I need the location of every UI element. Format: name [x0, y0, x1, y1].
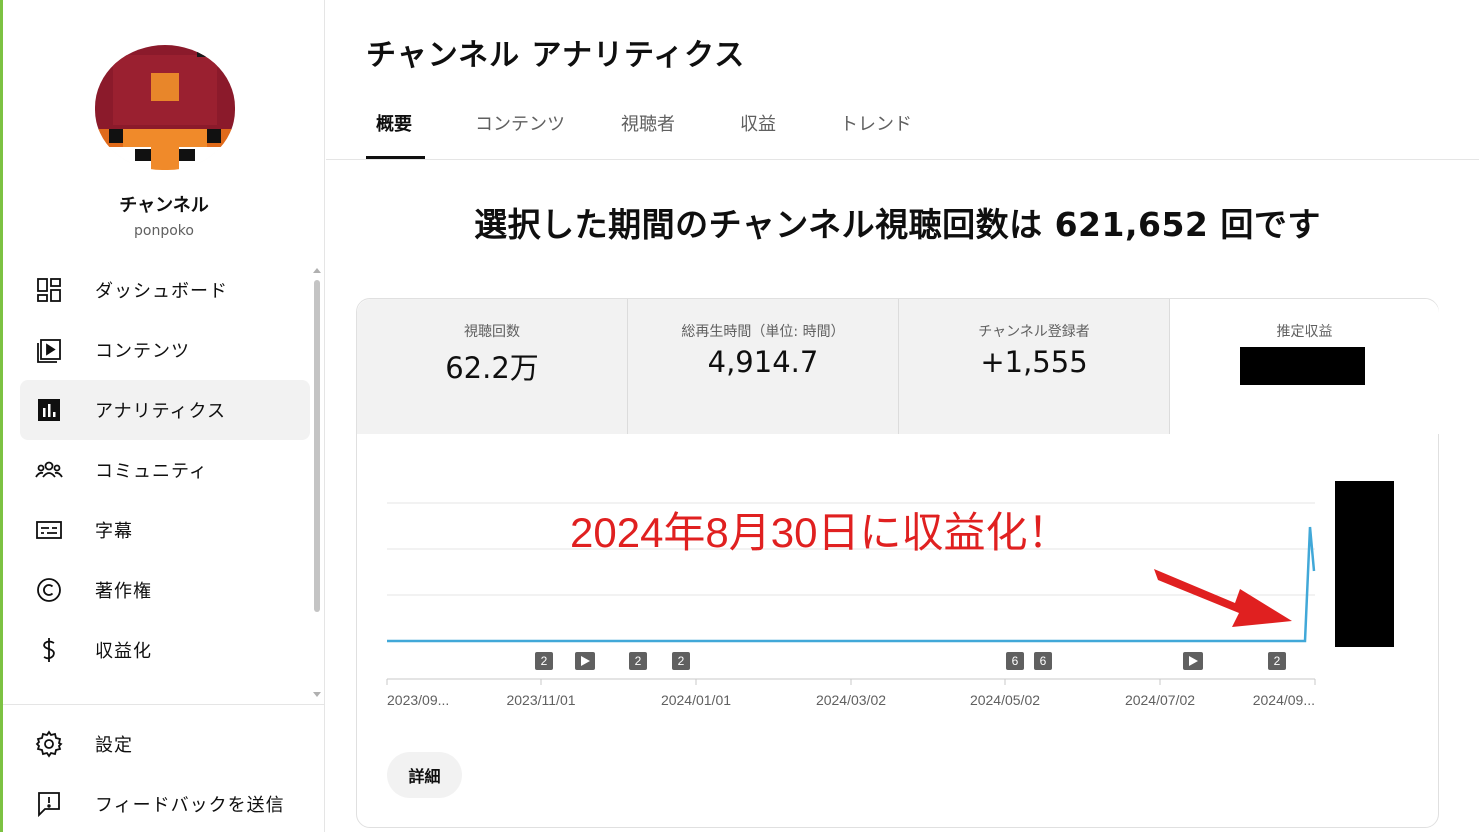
sidebar-item-label: 収益化 [95, 641, 152, 662]
sidebar-item-label: 字幕 [95, 521, 133, 542]
details-button[interactable]: 詳細 [387, 752, 462, 798]
tabs-divider [326, 159, 1479, 160]
sidebar-scrollbar[interactable] [312, 268, 322, 698]
red-arrow-icon [1154, 569, 1292, 627]
marker-badge[interactable]: 2 [629, 652, 647, 670]
sidebar: チャンネル ponpoko ダッシュボード コンテンツ アナリティクス コミュニ… [3, 0, 325, 832]
dashboard-icon [34, 275, 64, 305]
x-tick-label: 2024/01/01 [661, 692, 731, 708]
feedback-icon [34, 789, 64, 819]
sidebar-item-dashboard[interactable]: ダッシュボード [20, 260, 310, 320]
svg-text:2: 2 [541, 654, 548, 668]
gear-icon [34, 729, 64, 759]
x-tick-label: 2023/09... [387, 692, 449, 708]
svg-text:2: 2 [635, 654, 642, 668]
community-icon [34, 455, 64, 485]
x-tick-label: 2024/07/02 [1125, 692, 1195, 708]
overview-card: 視聴回数 62.2万 総再生時間（単位: 時間） 4,914.7 チャンネル登録… [356, 298, 1439, 828]
page-title: チャンネル アナリティクス [366, 38, 746, 73]
sidebar-item-label: 著作権 [95, 581, 152, 602]
sidebar-item-subtitles[interactable]: 字幕 [20, 500, 310, 560]
marker-badge[interactable]: 2 [535, 652, 553, 670]
channel-handle: ponpoko [134, 223, 194, 239]
tab-overview[interactable]: 概要 [376, 110, 412, 160]
svg-text:6: 6 [1012, 654, 1019, 668]
marker-badge[interactable]: 2 [672, 652, 690, 670]
x-axis-ticks [386, 679, 1316, 685]
tab-revenue[interactable]: 収益 [740, 110, 776, 160]
monetization-annotation: 2024年8月30日に収益化！ [570, 509, 1070, 556]
sidebar-item-label: コンテンツ [95, 341, 190, 362]
sidebar-item-content[interactable]: コンテンツ [20, 320, 310, 380]
channel-avatar[interactable] [95, 45, 235, 170]
marker-play-icon[interactable] [575, 652, 595, 670]
sidebar-item-community[interactable]: コミュニティ [20, 440, 310, 500]
x-axis-labels: 2023/09... 2023/11/01 2024/01/01 2024/03… [387, 692, 1315, 708]
marker-badge[interactable]: 2 [1268, 652, 1286, 670]
dollar-icon [34, 635, 64, 665]
content-icon [34, 335, 64, 365]
marker-badge[interactable]: 6 [1006, 652, 1024, 670]
channel-name: チャンネル [119, 195, 209, 216]
sidebar-item-feedback[interactable]: フィードバックを送信 [20, 774, 310, 832]
sidebar-item-label: アナリティクス [95, 401, 227, 422]
views-line-chart: 2 2 2 6 6 2 2023/09... 2023/11/01 2024/0… [386, 502, 1316, 708]
marker-play-icon[interactable] [1183, 652, 1203, 670]
sidebar-item-settings[interactable]: 設定 [20, 714, 310, 774]
avatar-pixel-art [95, 45, 235, 170]
x-tick-label: 2023/11/01 [506, 692, 575, 708]
subtitles-icon [34, 515, 64, 545]
svg-text:2: 2 [1274, 654, 1281, 668]
tab-trends[interactable]: トレンド [840, 110, 912, 160]
x-tick-label: 2024/09... [1253, 692, 1315, 708]
sidebar-item-analytics[interactable]: アナリティクス [20, 380, 310, 440]
sidebar-item-label: ダッシュボード [95, 281, 228, 302]
sidebar-item-monetization[interactable]: 収益化 [20, 620, 310, 680]
sidebar-item-label: フィードバックを送信 [95, 795, 285, 816]
marker-badge[interactable]: 6 [1034, 652, 1052, 670]
tab-content[interactable]: コンテンツ [475, 110, 565, 160]
copyright-icon [34, 575, 64, 605]
svg-text:6: 6 [1040, 654, 1047, 668]
redacted-y-axis [1335, 481, 1394, 647]
sidebar-item-label: コミュニティ [95, 461, 208, 482]
sidebar-divider [3, 704, 325, 705]
x-tick-label: 2024/03/02 [816, 692, 886, 708]
main-content: チャンネル アナリティクス 概要 コンテンツ 視聴者 収益 トレンド 選択した期… [326, 0, 1479, 832]
views-headline: 選択した期間のチャンネル視聴回数は 621,652 回です [474, 205, 1321, 244]
scroll-up-arrow-icon[interactable] [313, 268, 321, 273]
sidebar-item-copyright[interactable]: 著作権 [20, 560, 310, 620]
tab-audience[interactable]: 視聴者 [621, 110, 675, 160]
svg-text:2: 2 [678, 654, 685, 668]
analytics-icon [34, 395, 64, 425]
scroll-down-arrow-icon[interactable] [313, 692, 321, 697]
x-tick-label: 2024/05/02 [970, 692, 1040, 708]
video-publish-markers: 2 2 2 6 6 2 [535, 652, 1286, 670]
scroll-thumb[interactable] [314, 280, 320, 612]
sidebar-item-label: 設定 [95, 735, 133, 756]
